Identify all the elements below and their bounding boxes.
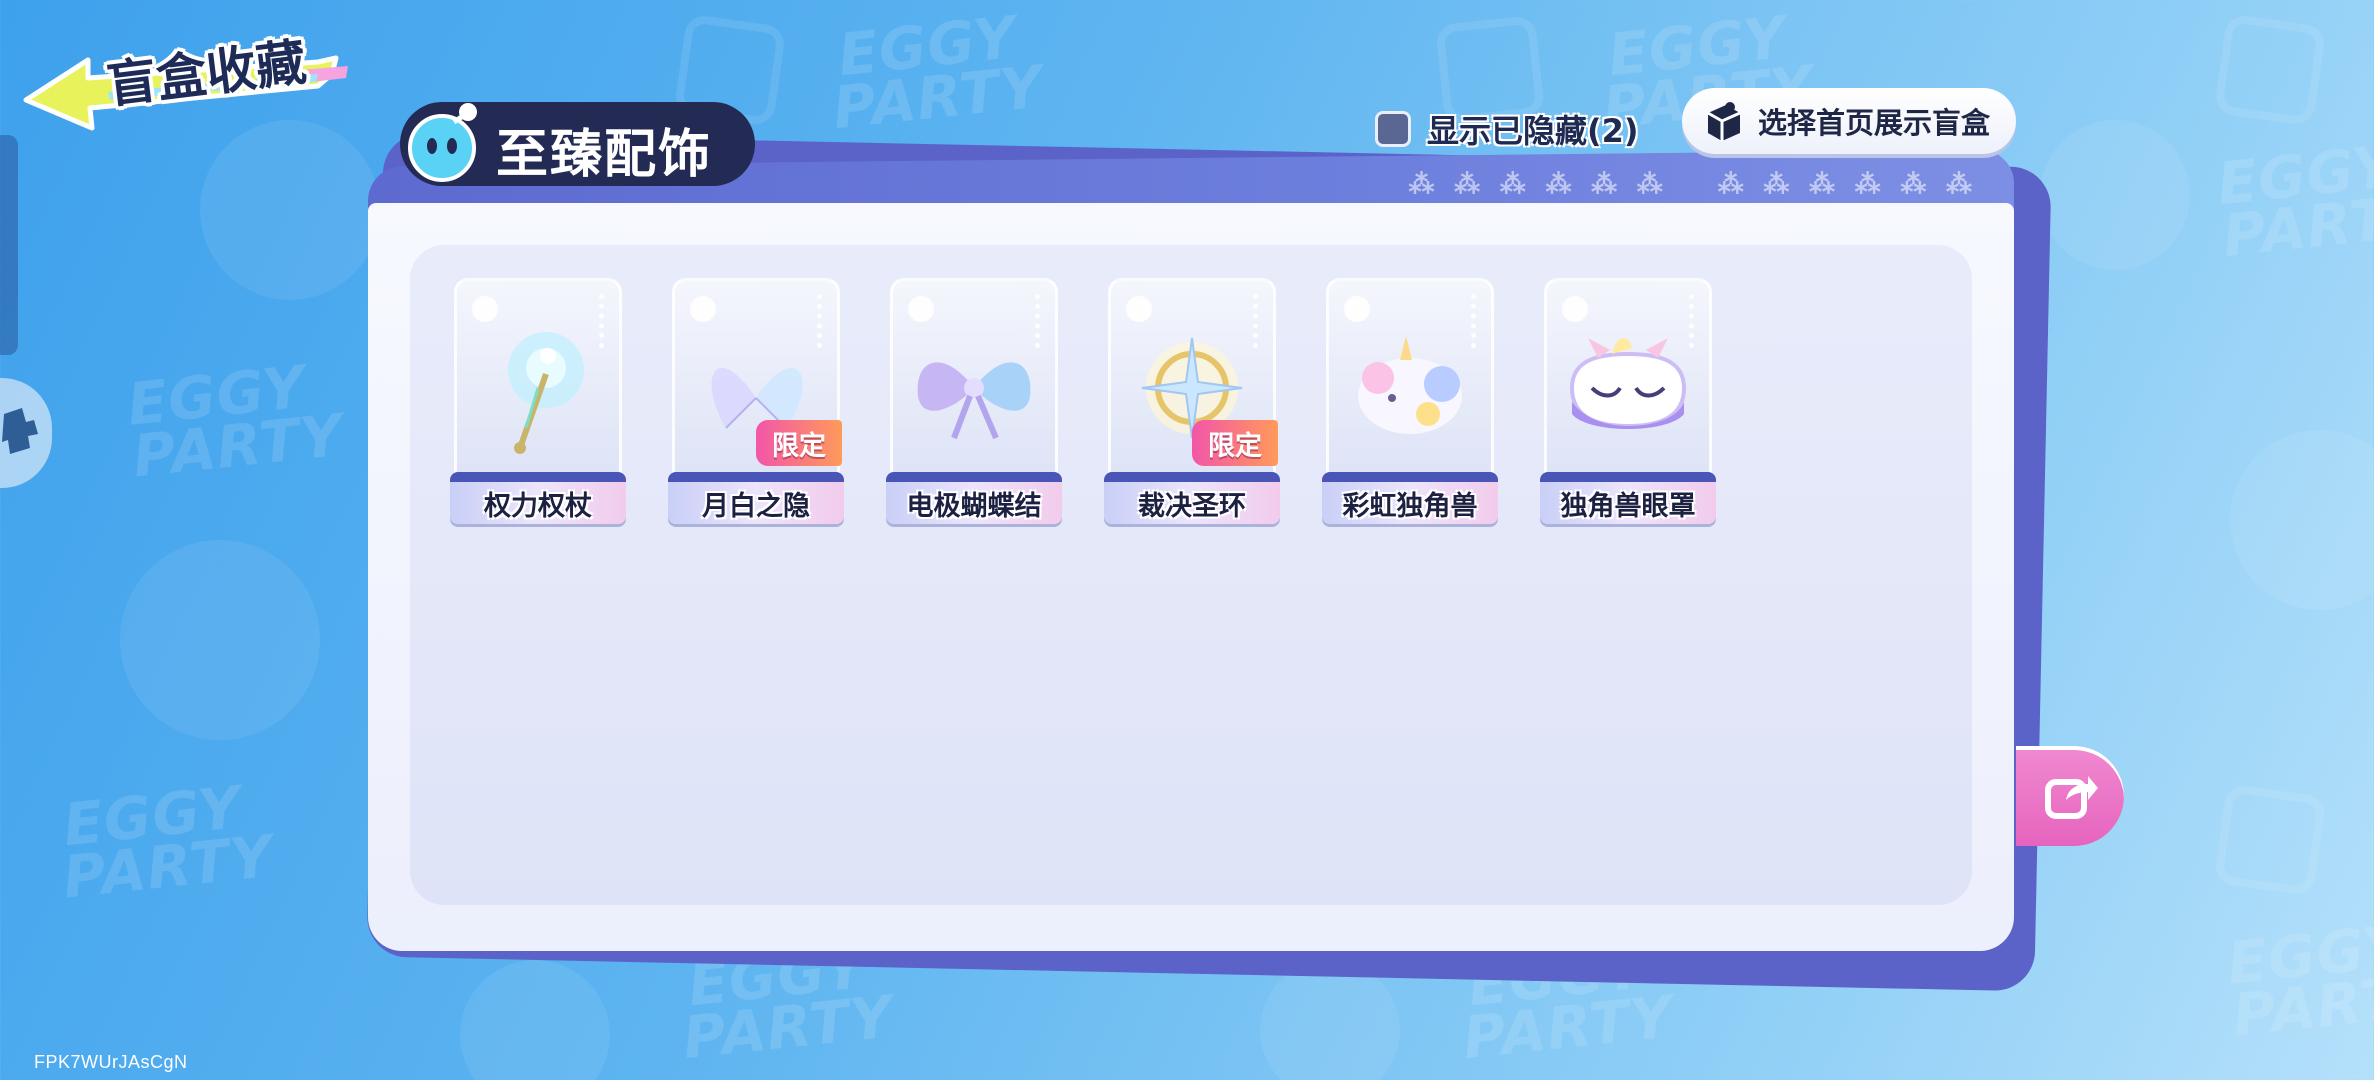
item-card[interactable]: 电极蝴蝶结 [886,278,1062,524]
item-card[interactable]: 权力权杖 [450,278,626,524]
user-id: FPK7WUrJAsCgN [34,1052,188,1072]
item-name: 裁决圣环 [1138,490,1246,522]
bow-icon [917,362,1031,440]
left-edge-tab[interactable] [0,135,18,355]
watermark-text: EGGY PARTY [829,3,1047,143]
watermark-text: EGGY PARTY [2224,911,2374,1050]
item-name-plate: 月白之隐 [668,472,844,524]
item-name-plate: 权力权杖 [450,472,626,524]
watermark-text: EGGY PARTY [2214,132,2374,271]
watermark-text: EGGY PARTY [59,773,277,912]
item-card[interactable]: 限定 月白之隐 [668,278,844,524]
left-side-button[interactable] [0,378,52,488]
share-icon [2045,776,2098,819]
mascot-icon [402,103,482,186]
share-button[interactable] [2016,746,2124,846]
show-hidden-toggle[interactable]: 显示已隐藏(2) [1375,104,1639,154]
item-card[interactable]: 限定 裁决圣环 [1104,278,1280,524]
item-card[interactable]: 彩虹独角兽 [1322,278,1498,524]
item-name: 独角兽眼罩 [1560,490,1696,522]
item-name: 电极蝴蝶结 [906,490,1042,522]
watermark-text: EGGY PARTY [124,352,347,491]
category-title: 至臻配饰 [496,125,713,185]
item-name: 彩虹独角兽 [1342,490,1478,522]
item-name-plate: 彩虹独角兽 [1322,472,1498,524]
puzzle-icon [2,408,38,454]
show-hidden-label: 显示已隐藏(2) [1427,112,1639,150]
limited-badge: 限定 [756,420,842,466]
item-name: 权力权杖 [484,490,592,522]
blindbox-icon [1707,102,1741,141]
limited-badge: 限定 [1192,420,1278,466]
scepter-icon [508,332,584,454]
item-card[interactable]: 独角兽眼罩 [1540,278,1716,524]
back-button[interactable]: 盲盒收藏 [18,12,358,132]
panel-decoration: ⁂ ⁂ ⁂ ⁂ ⁂ ⁂ ⁂ ⁂ ⁂ ⁂ ⁂ ⁂ [1408,170,1974,200]
select-display-blindbox-button[interactable]: 选择首页展示盲盒 [1682,88,2016,154]
item-name: 月白之隐 [702,490,810,522]
sleep-mask-icon [1569,337,1687,429]
select-display-label: 选择首页展示盲盒 [1758,106,1991,140]
item-name-plate: 独角兽眼罩 [1540,472,1716,524]
show-hidden-checkbox[interactable] [1375,111,1411,147]
item-name-plate: 电极蝴蝶结 [886,472,1062,524]
unicorn-icon [1358,336,1462,434]
item-name-plate: 裁决圣环 [1104,472,1280,524]
